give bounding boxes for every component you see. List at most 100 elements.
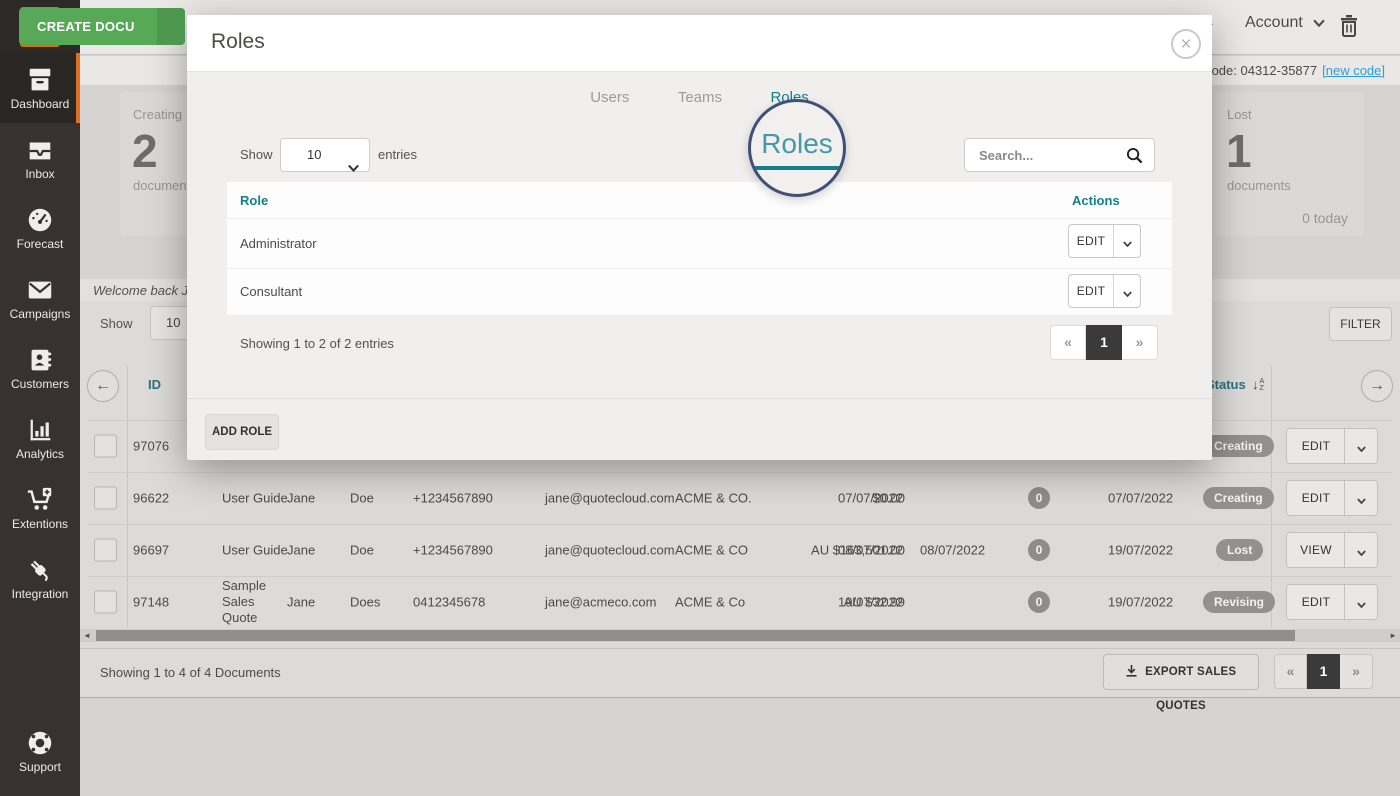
cell-date-created: 07/07/2022	[838, 491, 903, 506]
role-name: Consultant	[240, 284, 302, 299]
search-icon[interactable]	[1126, 147, 1143, 164]
plug-icon	[0, 555, 80, 585]
sidebar-item-label: Analytics	[0, 447, 80, 461]
page-prev-button[interactable]: «	[1050, 325, 1086, 360]
cell-id: 96622	[133, 491, 169, 506]
sidebar-item-dashboard[interactable]: Dashboard	[0, 53, 80, 123]
cell-first-name: Jane	[287, 491, 315, 506]
row-checkbox[interactable]	[94, 591, 117, 614]
tab-users[interactable]: Users	[585, 85, 634, 115]
cell-first-name: Jane	[287, 595, 315, 610]
scrollbar-thumb[interactable]	[96, 630, 1295, 641]
page-number-button[interactable]: 1	[1086, 325, 1122, 360]
active-accent-bar	[76, 53, 80, 123]
trash-icon[interactable]	[1339, 14, 1359, 42]
action-label[interactable]: EDIT	[1069, 225, 1113, 257]
page-number-button[interactable]: 1	[1307, 654, 1340, 689]
close-icon[interactable]: ×	[1171, 29, 1201, 59]
chevron-down-icon[interactable]	[1344, 481, 1377, 515]
scrollbar-right-arrow[interactable]: ►	[1389, 629, 1397, 642]
chevron-down-icon	[348, 152, 359, 184]
action-label[interactable]: EDIT	[1287, 585, 1345, 619]
action-label[interactable]: VIEW	[1287, 533, 1345, 567]
row-action-button[interactable]: VIEW	[1286, 532, 1378, 568]
documents-footer: Showing 1 to 4 of 4 Documents EXPORT SAL…	[80, 648, 1400, 697]
chevron-down-icon[interactable]	[1113, 225, 1140, 257]
showing-count-text: Showing 1 to 4 of 4 Documents	[100, 665, 281, 680]
scrollbar-left-arrow[interactable]: ◄	[83, 629, 91, 642]
sidebar-item-campaigns[interactable]: Campaigns	[0, 263, 80, 333]
page-next-button[interactable]: »	[1122, 325, 1158, 360]
search-input[interactable]	[979, 139, 1119, 171]
content-bottom-border	[80, 697, 1400, 698]
sidebar-item-analytics[interactable]: Analytics	[0, 403, 80, 473]
row-checkbox[interactable]	[94, 487, 117, 510]
scroll-right-button[interactable]: →	[1361, 370, 1393, 402]
status-badge: Revising	[1203, 591, 1275, 613]
create-button-caret-segment[interactable]	[157, 8, 185, 45]
row-checkbox[interactable]	[94, 539, 117, 562]
sidebar-item-customers[interactable]: Customers	[0, 333, 80, 403]
chevron-down-icon[interactable]	[1344, 585, 1377, 619]
sidebar-item-forecast[interactable]: Forecast	[0, 193, 80, 263]
cell-title: User Guide	[222, 543, 288, 558]
page-prev-button[interactable]: «	[1274, 654, 1307, 689]
search-box	[964, 138, 1155, 172]
sidebar-item-extentions[interactable]: Extentions	[0, 473, 80, 543]
bar-chart-icon	[0, 415, 80, 445]
roles-pagination: « 1 »	[1050, 325, 1158, 360]
new-code-link[interactable]: [new code]	[1322, 63, 1385, 78]
show-label: Show	[240, 147, 273, 162]
modal-tabs: Users Teams Roles	[187, 85, 1212, 118]
sidebar-item-label: Integration	[0, 587, 80, 601]
column-header-actions: Actions	[1072, 193, 1120, 208]
account-menu[interactable]: Account	[1245, 14, 1325, 32]
address-book-icon	[0, 345, 80, 375]
chevron-down-icon[interactable]	[1113, 275, 1140, 307]
action-label[interactable]: EDIT	[1069, 275, 1113, 307]
tab-teams[interactable]: Teams	[673, 85, 727, 115]
column-header-id[interactable]: ID	[148, 377, 161, 392]
row-checkbox[interactable]	[94, 435, 117, 458]
add-role-button[interactable]: ADD ROLE	[205, 414, 279, 450]
cell-id: 96697	[133, 543, 169, 558]
chevron-down-icon[interactable]	[1344, 429, 1377, 463]
cell-title: Sample Sales Quote	[222, 578, 290, 626]
cell-email: jane@acmeco.com	[545, 595, 656, 610]
page-next-button[interactable]: »	[1340, 654, 1373, 689]
export-sales-quotes-button[interactable]: EXPORT SALES QUOTES	[1103, 654, 1259, 690]
sidebar-item-inbox[interactable]: Inbox	[0, 123, 80, 193]
sidebar-item-support[interactable]: Support	[0, 716, 80, 786]
role-action-button[interactable]: EDIT	[1068, 224, 1141, 258]
horizontal-scrollbar[interactable]: ◄ ►	[80, 629, 1400, 642]
sidebar-item-label: Extentions	[0, 517, 80, 531]
sidebar-item-label: Inbox	[0, 167, 80, 181]
role-action-button[interactable]: EDIT	[1068, 274, 1141, 308]
page-size-value: 10	[166, 315, 180, 330]
sort-az-icon[interactable]: ↓ AZ	[1252, 377, 1264, 392]
filter-button[interactable]: FILTER	[1329, 307, 1392, 341]
entries-per-page-select[interactable]: 10	[280, 138, 370, 172]
scroll-left-button[interactable]: ←	[87, 370, 119, 402]
sidebar-item-integration[interactable]: Integration	[0, 543, 80, 613]
export-label: EXPORT SALES QUOTES	[1145, 666, 1236, 712]
show-label: Show	[100, 316, 133, 331]
create-document-button[interactable]: CREATE DOCU	[19, 8, 185, 45]
cell-last-name: Does	[350, 595, 380, 610]
cell-phone: 0412345678	[413, 595, 485, 610]
status-badge: Creating	[1203, 435, 1274, 457]
column-header-role[interactable]: Role	[240, 193, 268, 208]
modal-footer-divider	[187, 398, 1212, 399]
action-label[interactable]: EDIT	[1287, 481, 1345, 515]
cell-date-updated: 19/07/2022	[1108, 543, 1173, 558]
row-action-button[interactable]: EDIT	[1286, 584, 1378, 620]
cell-phone: +1234567890	[413, 543, 493, 558]
chevron-down-icon[interactable]	[1344, 533, 1377, 567]
row-action-button[interactable]: EDIT	[1286, 428, 1378, 464]
row-action-button[interactable]: EDIT	[1286, 480, 1378, 516]
left-arrow-icon: ←	[95, 377, 111, 394]
action-label[interactable]: EDIT	[1287, 429, 1345, 463]
cell-last-name: Doe	[350, 491, 374, 506]
sort-a: A	[1260, 378, 1265, 385]
count-badge: 0	[1028, 591, 1050, 613]
